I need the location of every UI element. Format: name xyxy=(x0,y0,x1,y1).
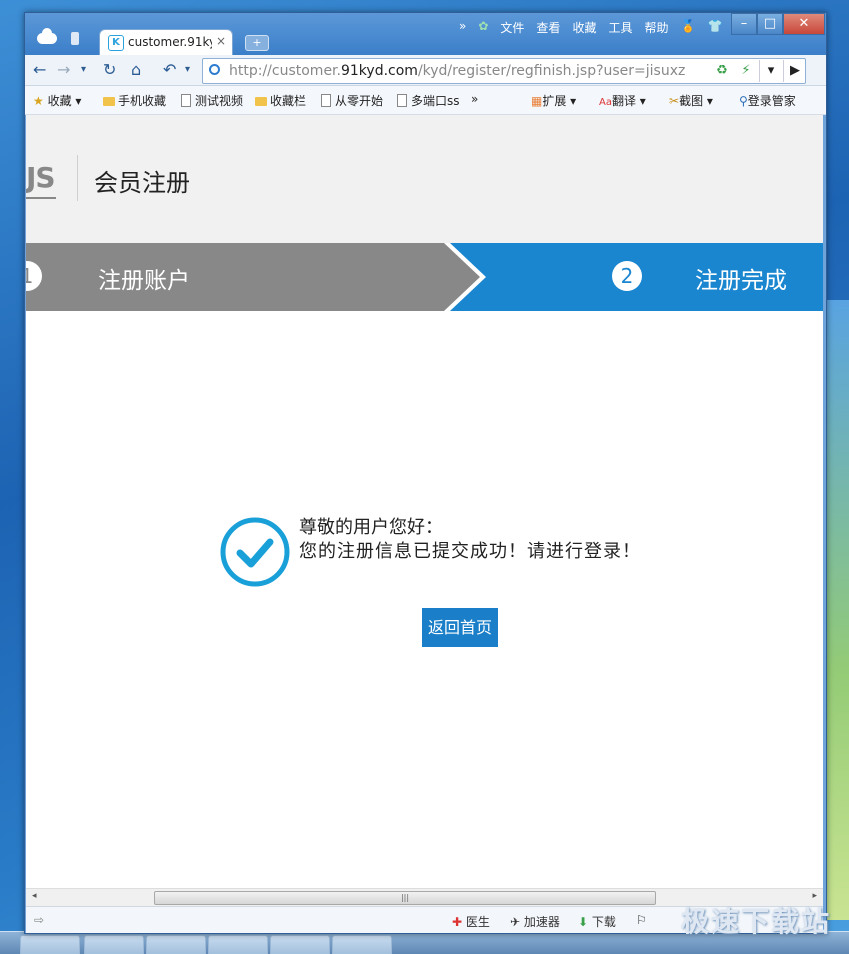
minimize-button[interactable]: – xyxy=(731,13,757,35)
skin-shirt-icon[interactable]: 👕 xyxy=(707,19,722,37)
chevron-down-icon[interactable]: ▾ xyxy=(81,64,86,75)
scrollbar-thumb[interactable]: ||| xyxy=(154,891,656,905)
bookmarks-more[interactable]: » xyxy=(471,92,478,106)
browser-window: K customer.91kyd.com × + » ✿ 文件 查看 收藏 工具… xyxy=(24,12,827,934)
taskbar-button[interactable] xyxy=(208,935,268,954)
home-icon[interactable]: ⌂ xyxy=(131,60,141,79)
recycle-icon[interactable]: ♻ xyxy=(711,60,733,82)
scroll-left-icon[interactable]: ◂ xyxy=(32,891,37,901)
forward-icon[interactable]: → xyxy=(57,60,70,79)
title-bar: K customer.91kyd.com × + » ✿ 文件 查看 收藏 工具… xyxy=(25,13,826,56)
page-title: 会员注册 xyxy=(94,169,190,197)
bookmark-from-zero[interactable]: 从零开始 xyxy=(321,92,383,109)
screenshot-button[interactable]: ✂截图 ▾ xyxy=(669,92,713,109)
taskbar-button[interactable] xyxy=(20,935,80,954)
tab-title: customer.91kyd.com xyxy=(128,35,212,49)
success-check-icon xyxy=(220,517,290,587)
folder-icon xyxy=(255,97,267,106)
flag-icon[interactable]: ⚐ xyxy=(636,913,647,927)
site-logo[interactable]: JS xyxy=(26,161,56,199)
bookmark-favbar[interactable]: 收藏栏 xyxy=(255,92,306,109)
back-icon[interactable]: ← xyxy=(33,60,46,79)
bookmark-mobile[interactable]: 手机收藏 xyxy=(103,92,166,109)
menu-help[interactable]: 帮助 xyxy=(644,19,668,37)
undo-close-icon[interactable]: ↶ xyxy=(163,60,176,79)
bookmark-multi-port[interactable]: 多端口ss xyxy=(397,92,460,109)
menu-file[interactable]: 文件 xyxy=(500,19,524,37)
tab-active[interactable]: K customer.91kyd.com × xyxy=(99,29,233,56)
key-icon: ⚲ xyxy=(739,94,748,108)
menu-more[interactable]: » xyxy=(459,19,466,37)
greeting-text: 尊敬的用户您好： xyxy=(299,517,443,538)
success-message: 您的注册信息已提交成功！请进行登录！ xyxy=(299,541,641,562)
taskbar-button[interactable] xyxy=(332,935,392,954)
bookmarks-bar: ★ 收藏 ▾ 手机收藏 测试视频 收藏栏 从零开始 多端口ss » ▦扩展 ▾ … xyxy=(25,86,826,115)
chevron-down-icon[interactable]: ▾ xyxy=(185,64,190,75)
menu-tools[interactable]: 工具 xyxy=(608,19,632,37)
step-number: 1 xyxy=(26,261,42,291)
bookmark-favorites[interactable]: ★ 收藏 ▾ xyxy=(33,92,81,109)
login-manager-button[interactable]: ⚲登录管家 xyxy=(739,92,796,109)
page-icon xyxy=(397,94,407,107)
site-header: JS 会员注册 xyxy=(26,115,823,243)
extend-button[interactable]: ▦扩展 ▾ xyxy=(531,92,576,109)
tab-close-icon[interactable]: × xyxy=(216,34,226,48)
download-button[interactable]: ⬇ 下载 xyxy=(578,913,616,930)
leaf-icon[interactable]: ✿ xyxy=(478,19,488,37)
page-icon xyxy=(321,94,331,107)
medical-icon: ✚ xyxy=(452,915,463,929)
return-home-button[interactable]: 返回首页 xyxy=(422,608,498,647)
bookmark-test-video[interactable]: 测试视频 xyxy=(181,92,243,109)
page-icon xyxy=(181,94,191,107)
go-icon[interactable]: ▶ xyxy=(783,60,806,82)
dropdown-icon[interactable]: ▾ xyxy=(759,60,782,82)
navigation-toolbar: ← → ▾ ↻ ⌂ ↶ ▾ http://customer.91kyd.com/… xyxy=(25,55,826,86)
step-number: 2 xyxy=(612,261,642,291)
menu-favorites[interactable]: 收藏 xyxy=(572,19,596,37)
accelerator-button[interactable]: ✈ 加速器 xyxy=(510,913,560,930)
taskbar-button[interactable] xyxy=(146,935,206,954)
address-bar[interactable]: http://customer.91kyd.com/kyd/register/r… xyxy=(202,58,806,84)
site-favicon-icon: K xyxy=(108,35,124,51)
maximize-button[interactable]: □ xyxy=(757,13,783,35)
page-viewport: JS 会员注册 1 注册账户 2 注册完成 尊敬的用户您好： 您的注册信息已提交… xyxy=(26,115,823,888)
menu-bar: » ✿ 文件 查看 收藏 工具 帮助 🏅 👕 xyxy=(459,19,734,37)
new-tab-button[interactable]: + xyxy=(245,35,269,51)
site-security-icon xyxy=(209,64,220,75)
taskbar-button[interactable] xyxy=(84,935,144,954)
step-register-account: 1 注册账户 xyxy=(26,243,482,311)
taskbar-button[interactable] xyxy=(270,935,330,954)
registration-steps: 1 注册账户 2 注册完成 xyxy=(26,243,823,311)
header-divider xyxy=(77,155,78,201)
scissors-icon: ✂ xyxy=(669,94,680,108)
lightning-icon[interactable]: ⚡ xyxy=(735,60,757,82)
cloud-icon[interactable] xyxy=(37,28,57,44)
translate-icon: Aa xyxy=(599,97,612,108)
extend-icon: ▦ xyxy=(531,94,543,108)
star-icon: ★ xyxy=(33,94,44,108)
sidebar-toggle-icon[interactable]: ⇨ xyxy=(34,913,44,927)
close-button[interactable]: ✕ xyxy=(783,13,825,35)
doctor-button[interactable]: ✚ 医生 xyxy=(452,913,490,930)
phone-icon[interactable] xyxy=(71,32,79,45)
menu-view[interactable]: 查看 xyxy=(536,19,560,37)
folder-icon xyxy=(103,97,115,106)
refresh-icon[interactable]: ↻ xyxy=(103,60,116,79)
watermark: 极速下载站 xyxy=(680,905,831,938)
step-label: 注册账户 xyxy=(98,268,190,294)
rocket-icon: ✈ xyxy=(510,915,521,929)
medal-icon[interactable]: 🏅 xyxy=(680,19,695,37)
step-label: 注册完成 xyxy=(695,268,787,294)
url-text[interactable]: http://customer.91kyd.com/kyd/register/r… xyxy=(229,63,685,79)
download-icon: ⬇ xyxy=(578,915,589,929)
translate-button[interactable]: Aa翻译 ▾ xyxy=(599,92,646,109)
